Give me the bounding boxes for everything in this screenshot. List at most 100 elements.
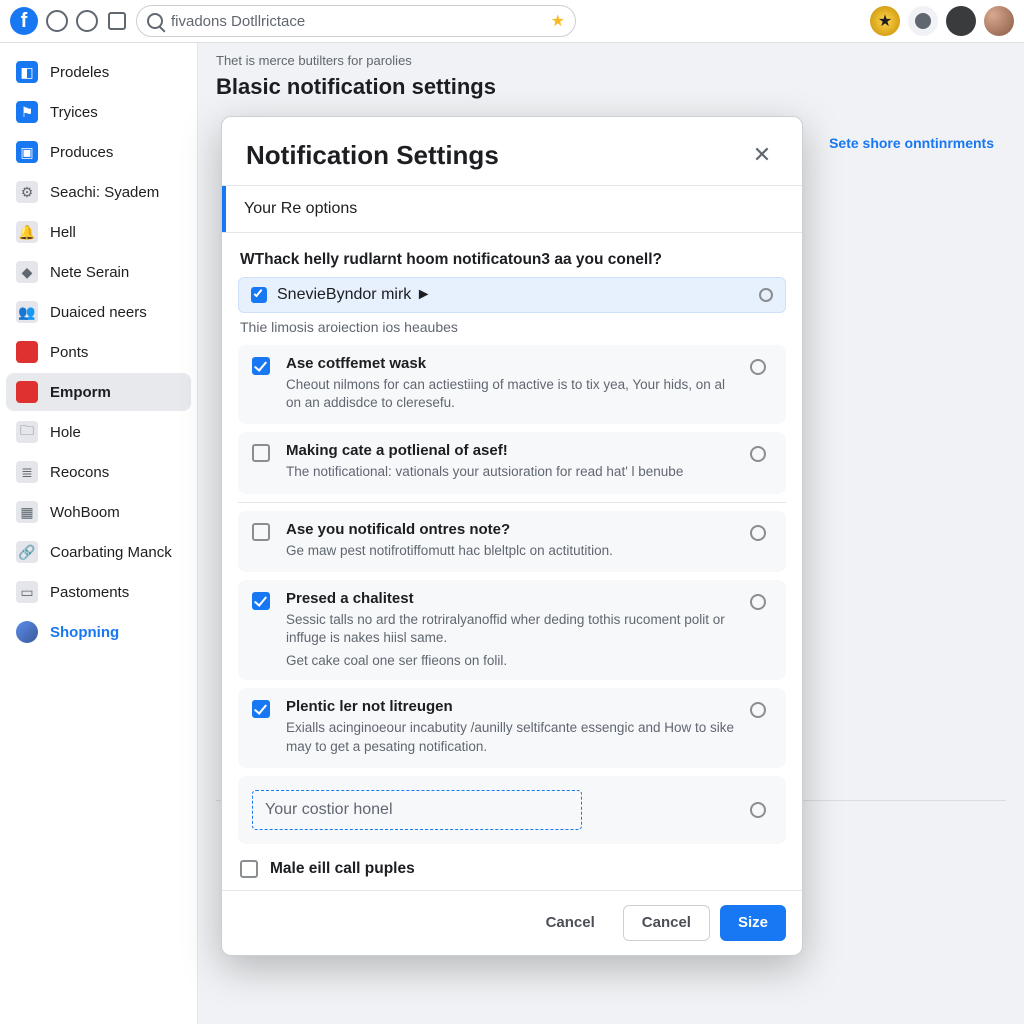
selector-radio[interactable] bbox=[759, 288, 773, 302]
sidebar-item-duaiced[interactable]: 👥Duaiced neers bbox=[6, 293, 191, 331]
last-option-row: Male eill call puples bbox=[238, 852, 786, 882]
box-icon: ▣ bbox=[16, 141, 38, 163]
option-desc2: Get cake coal one ser ffieons on folil. bbox=[286, 653, 738, 668]
sidebar-item-label: Nete Serain bbox=[50, 264, 129, 281]
option-row-4: Plentic ler not litreugen Exialls acingi… bbox=[238, 688, 786, 767]
breadcrumb: Thet is merce butilters for parolies bbox=[216, 53, 1006, 68]
sidebar-item-reocons[interactable]: ≣ Reocons bbox=[6, 453, 191, 491]
option-checkbox[interactable] bbox=[252, 444, 270, 462]
sidebar-item-prodeles[interactable]: ◧ Prodeles bbox=[6, 53, 191, 91]
option-radio[interactable] bbox=[750, 446, 766, 462]
notifications-icon[interactable] bbox=[946, 6, 976, 36]
sidebar-item-emporm[interactable]: Emporm bbox=[6, 373, 191, 411]
sidebar-item-label: Ponts bbox=[50, 344, 88, 361]
sidebar-item-label: WohBoom bbox=[50, 504, 120, 521]
option-checkbox[interactable] bbox=[252, 357, 270, 375]
sidebar-item-label: Prodeles bbox=[50, 64, 109, 81]
profile-icon: ◧ bbox=[16, 61, 38, 83]
sidebar-item-seachi[interactable]: ⚙ Seachi: Syadem bbox=[6, 173, 191, 211]
modal-title: Notification Settings bbox=[246, 140, 499, 171]
sidebar-item-label: Seachi: Syadem bbox=[50, 184, 159, 201]
app-logo[interactable]: f bbox=[10, 7, 38, 35]
bell-icon: 🔔 bbox=[16, 221, 38, 243]
sidebar-item-tryices[interactable]: ⚑Tryices bbox=[6, 93, 191, 131]
selector-row[interactable]: SnevieByndor mirk ► bbox=[238, 277, 786, 313]
cancel-button[interactable]: Cancel bbox=[623, 905, 710, 941]
red-dot-icon bbox=[16, 341, 38, 363]
option-radio[interactable] bbox=[750, 359, 766, 375]
option-radio[interactable] bbox=[750, 802, 766, 818]
card-icon: ▭ bbox=[16, 581, 38, 603]
custom-input-row: Your costior honel bbox=[238, 776, 786, 844]
option-title: Ase you notificald ontres note? bbox=[286, 521, 738, 538]
active-indicator-icon bbox=[16, 381, 38, 403]
bookmark-star-icon[interactable]: ★ bbox=[551, 11, 565, 31]
option-checkbox[interactable] bbox=[252, 700, 270, 718]
sidebar-item-produces[interactable]: ▣ Produces bbox=[6, 133, 191, 171]
modal-footer: Cancel Cancel Size bbox=[222, 890, 802, 955]
option-checkbox[interactable] bbox=[240, 860, 258, 878]
sidebar-item-hole[interactable]: 🗀Hole bbox=[6, 413, 191, 451]
notification-settings-modal: Notification Settings ✕ Your Re options … bbox=[221, 116, 803, 956]
top-bar: f fivadons Dotllrictace ★ ★ bbox=[0, 0, 1024, 43]
option-checkbox[interactable] bbox=[252, 523, 270, 541]
sidebar-item-hell[interactable]: 🔔 Hell bbox=[6, 213, 191, 251]
option-checkbox[interactable] bbox=[252, 592, 270, 610]
shop-icon bbox=[16, 621, 38, 643]
grid-icon: ▦ bbox=[16, 501, 38, 523]
option-radio[interactable] bbox=[750, 702, 766, 718]
avatar[interactable] bbox=[984, 6, 1014, 36]
search-box[interactable]: fivadons Dotllrictace ★ bbox=[136, 5, 576, 37]
nav-circle-icon[interactable] bbox=[76, 10, 98, 32]
modal-hint: Thie limosis aroiection ios heaubes bbox=[240, 319, 786, 335]
sidebar-item-label: Coarbating Manck bbox=[50, 544, 172, 561]
option-desc: Exialls acinginoeour incabutity /aunilly… bbox=[286, 719, 738, 755]
option-row-3: Presed a chalitest Sessic talls no ard t… bbox=[238, 580, 786, 680]
divider bbox=[238, 502, 786, 503]
sidebar: ◧ Prodeles ⚑Tryices ▣ Produces ⚙ Seachi: Sy… bbox=[0, 43, 198, 1024]
option-desc: Cheout nilmons for can actiestiing of ma… bbox=[286, 376, 738, 412]
search-icon bbox=[147, 13, 163, 29]
sidebar-item-label: Shopning bbox=[50, 624, 119, 641]
friends-icon[interactable] bbox=[908, 6, 938, 36]
sidebar-item-pastoments[interactable]: ▭ Pastoments bbox=[6, 573, 191, 611]
list-icon: ≣ bbox=[16, 461, 38, 483]
option-row-1: Making cate a potlienal of asef! The not… bbox=[238, 432, 786, 493]
sidebar-item-nete[interactable]: ◆ Nete Serain bbox=[6, 253, 191, 291]
selector-label: SnevieByndor mirk ► bbox=[277, 286, 432, 304]
modal-tabbar: Your Re options bbox=[222, 185, 802, 233]
selector-checkbox[interactable] bbox=[251, 287, 267, 303]
option-row-0: Ase cotffemet wask Cheout nilmons for ca… bbox=[238, 345, 786, 424]
close-button[interactable]: ✕ bbox=[746, 139, 778, 171]
sidebar-item-label: Pastoments bbox=[50, 584, 129, 601]
aux-link[interactable]: Sete shore onntinrments bbox=[829, 135, 994, 151]
nav-back-icon[interactable] bbox=[46, 10, 68, 32]
sidebar-item-label: Reocons bbox=[50, 464, 109, 481]
sidebar-item-ponts[interactable]: Ponts bbox=[6, 333, 191, 371]
sidebar-item-wohboom[interactable]: ▦ WohBoom bbox=[6, 493, 191, 531]
option-desc: The notificational: vationals your autsi… bbox=[286, 463, 738, 481]
option-radio[interactable] bbox=[750, 525, 766, 541]
page-title: Blasic notification settings bbox=[216, 74, 1006, 100]
sidebar-item-shopning[interactable]: Shopning bbox=[6, 613, 191, 651]
sidebar-item-label: Tryices bbox=[50, 104, 98, 121]
option-title: Making cate a potlienal of asef! bbox=[286, 442, 738, 459]
cancel-text-button[interactable]: Cancel bbox=[528, 905, 613, 941]
option-title: Male eill call puples bbox=[270, 860, 415, 878]
nav-folder-icon[interactable] bbox=[106, 10, 128, 32]
sidebar-item-label: Hell bbox=[50, 224, 76, 241]
search-text: fivadons Dotllrictace bbox=[171, 13, 543, 30]
modal-tab-active[interactable]: Your Re options bbox=[222, 186, 802, 232]
gear-icon: ⚙ bbox=[16, 181, 38, 203]
sidebar-item-label: Produces bbox=[50, 144, 113, 161]
primary-button[interactable]: Size bbox=[720, 905, 786, 941]
modal-header: Notification Settings ✕ bbox=[222, 117, 802, 185]
premium-badge-icon[interactable]: ★ bbox=[870, 6, 900, 36]
sidebar-item-coarbating[interactable]: 🔗Coarbating Manck bbox=[6, 533, 191, 571]
diamond-icon: ◆ bbox=[16, 261, 38, 283]
option-radio[interactable] bbox=[750, 594, 766, 610]
custom-input[interactable]: Your costior honel bbox=[252, 790, 582, 830]
top-right: ★ bbox=[870, 6, 1014, 36]
people-icon: 👥 bbox=[16, 301, 38, 323]
modal-question: WThack helly rudlarnt hoom notificatoun3… bbox=[240, 251, 786, 269]
